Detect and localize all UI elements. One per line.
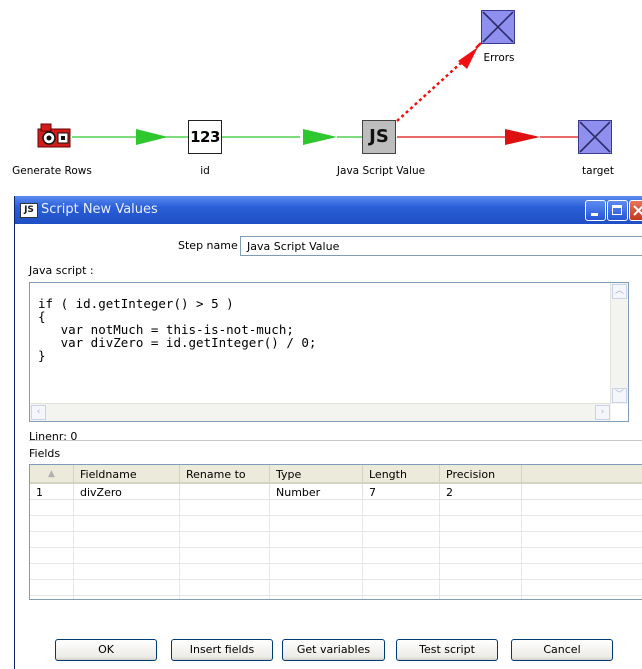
step-label-java-script-value: Java Script Value [336,165,426,177]
type-cell[interactable]: Number [270,484,363,500]
column-header-fieldname[interactable]: Fieldname [74,465,180,484]
step-label-generate-rows: Generate Rows [12,165,92,177]
hop-arrow-red [505,129,540,145]
fields-table[interactable]: ▲ Fieldname Rename to Type Length Precis… [29,464,642,600]
generate-rows-icon [37,123,71,148]
java-script-label: Java script : [29,264,94,277]
line-number-label: Linenr: 0 [29,430,78,443]
target-step[interactable] [578,120,612,154]
close-button[interactable] [629,200,642,221]
horizontal-scrollbar[interactable]: ‹ › [30,403,611,421]
scroll-up-icon[interactable]: ︿ [612,284,627,299]
hop-arrow-green [303,129,337,145]
step-label-errors: Errors [483,52,515,64]
minimize-button[interactable] [585,200,606,221]
dummy-step-icon [579,121,611,153]
row-number-header[interactable]: ▲ [30,465,74,484]
step-label-target: target [582,165,614,177]
scroll-right-icon[interactable]: › [595,405,610,420]
ok-button[interactable]: OK [55,639,157,661]
script-code[interactable]: if ( id.getInteger() > 5 ) { var notMuch… [38,297,316,362]
scroll-down-icon[interactable]: ﹀ [612,388,627,403]
step-name-label: Step name [178,239,238,252]
column-header-type[interactable]: Type [270,465,363,484]
fields-label: Fields [29,447,61,460]
step-label-id: id [200,165,210,177]
js-app-icon: JS [20,203,38,218]
row-number: 1 [30,484,74,500]
step-name-input[interactable]: Java Script Value [240,236,642,256]
errors-step[interactable] [481,10,515,44]
cancel-button[interactable]: Cancel [511,639,613,661]
maximize-button[interactable] [607,200,628,221]
script-values-dialog: JS Script New Values Step name Java Scri… [14,196,642,669]
column-header-length[interactable]: Length [363,465,440,484]
precision-cell[interactable]: 2 [440,484,522,500]
transformation-canvas[interactable]: Generate Rows 123 id JS Java Script Valu… [0,0,642,190]
maximize-icon [612,205,622,215]
scroll-left-icon[interactable]: ‹ [31,405,46,420]
column-header-filler [522,465,642,484]
close-icon [633,205,642,216]
vertical-scrollbar[interactable]: ︿ ﹀ [610,283,628,404]
fieldname-cell[interactable]: divZero [74,484,180,500]
insert-fields-button[interactable]: Insert fields [171,639,273,661]
dummy-step-icon [482,11,514,43]
hop-lines [72,42,578,145]
test-script-button[interactable]: Test script [396,639,498,661]
divider [29,440,642,441]
length-cell[interactable]: 7 [363,484,440,500]
column-header-precision[interactable]: Precision [440,465,522,484]
empty-rows [30,500,642,599]
column-header-rename-to[interactable]: Rename to [180,465,270,484]
filler-cell [522,484,642,500]
java-script-value-step[interactable]: JS [362,120,396,154]
generate-rows-step[interactable] [37,120,71,154]
java-script-editor[interactable]: if ( id.getInteger() > 5 ) { var notMuch… [29,282,629,422]
dialog-title: Script New Values [41,202,158,217]
error-hop-arrow [458,47,478,69]
dialog-titlebar[interactable]: JS Script New Values [15,196,642,224]
get-variables-button[interactable]: Get variables [282,639,385,661]
id-step[interactable]: 123 [188,120,222,154]
minimize-icon [591,213,598,216]
rename-to-cell[interactable] [180,484,270,500]
